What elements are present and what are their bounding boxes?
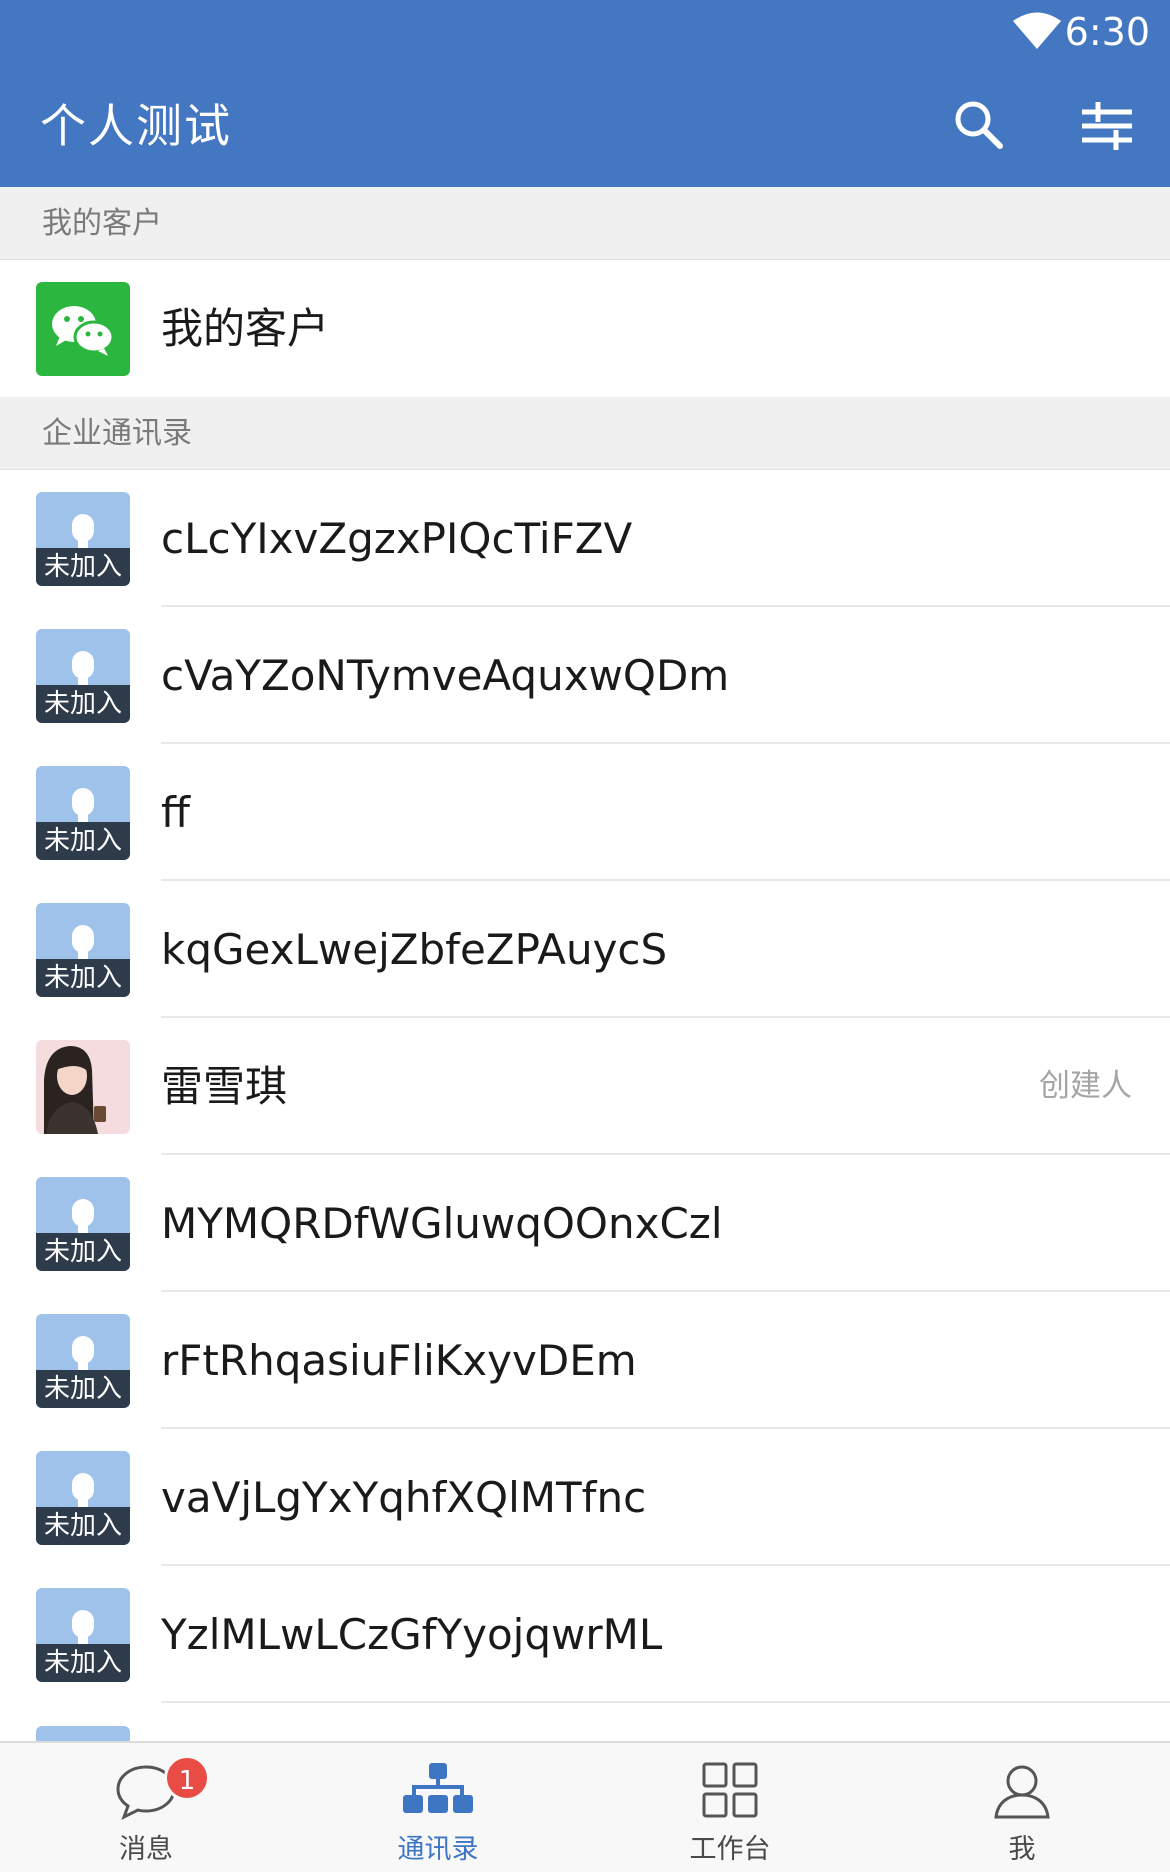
contact-name: vaVjLgYxYqhfXQlMTfnc: [161, 1473, 647, 1522]
person-icon: [994, 1765, 1050, 1819]
avatar: 未加入: [36, 1314, 130, 1408]
tab-contacts[interactable]: 通讯录: [292, 1743, 584, 1872]
grid-icon: [702, 1762, 758, 1818]
avatar: [36, 1726, 130, 1741]
status-time: 6:30: [1064, 10, 1150, 54]
not-joined-badge: 未加入: [36, 1370, 130, 1408]
list-item-partial[interactable]: [0, 1712, 1170, 1741]
list-item[interactable]: 雷雪琪 创建人: [0, 1018, 1170, 1155]
list-item[interactable]: 未加入 YzlMLwLCzGfYyojqwrML: [0, 1566, 1170, 1703]
filter-icon[interactable]: [1080, 100, 1134, 150]
tab-label: 消息: [119, 1834, 173, 1865]
avatar: 未加入: [36, 629, 130, 723]
list-item[interactable]: 未加入 rFtRhqasiuFliKxyvDEm: [0, 1292, 1170, 1429]
app-header: 6:30 个人测试: [0, 0, 1170, 187]
contact-name: ff: [161, 788, 190, 837]
search-icon[interactable]: [952, 98, 1004, 150]
my-customers-label: 我的客户: [161, 304, 330, 353]
tab-label: 工作台: [689, 1834, 771, 1865]
contact-name: kqGexLwejZbfeZPAuycS: [161, 925, 668, 974]
not-joined-badge: 未加入: [36, 685, 130, 723]
contact-name: YzlMLwLCzGfYyojqwrML: [161, 1610, 663, 1659]
avatar: 未加入: [36, 492, 130, 586]
tab-workbench[interactable]: 工作台: [584, 1743, 876, 1872]
role-label: 创建人: [1039, 1068, 1132, 1104]
unread-badge: 1: [164, 1755, 210, 1801]
not-joined-badge: 未加入: [36, 1644, 130, 1682]
list-item[interactable]: 未加入 ff: [0, 744, 1170, 881]
org-chart-icon: [403, 1763, 473, 1813]
wechat-icon: [36, 282, 130, 376]
page-title: 个人测试: [40, 99, 232, 153]
avatar: 未加入: [36, 903, 130, 997]
tab-messages[interactable]: 1 消息: [0, 1743, 292, 1872]
section-header-directory: 企业通讯录: [0, 397, 1170, 470]
contact-name: cVaYZoNTymveAquxwQDm: [161, 651, 730, 700]
my-customers-item[interactable]: 我的客户: [0, 260, 1170, 397]
bottom-tab-bar: 1 消息 通讯录 工作台 我: [0, 1741, 1170, 1872]
tab-me[interactable]: 我: [876, 1743, 1168, 1872]
avatar: 未加入: [36, 1177, 130, 1271]
divider: [161, 1701, 1170, 1703]
avatar: 未加入: [36, 1451, 130, 1545]
avatar: 未加入: [36, 1588, 130, 1682]
contact-name: MYMQRDfWGluwqOOnxCzl: [161, 1199, 723, 1248]
contact-name: rFtRhqasiuFliKxyvDEm: [161, 1336, 637, 1385]
list-item[interactable]: 未加入 cLcYIxvZgzxPIQcTiFZV: [0, 470, 1170, 607]
list-item[interactable]: 未加入 kqGexLwejZbfeZPAuycS: [0, 881, 1170, 1018]
not-joined-badge: 未加入: [36, 959, 130, 997]
not-joined-badge: 未加入: [36, 1507, 130, 1545]
contact-name: cLcYIxvZgzxPIQcTiFZV: [161, 514, 633, 563]
section-header-my-customers: 我的客户: [0, 187, 1170, 260]
not-joined-badge: 未加入: [36, 548, 130, 586]
avatar-photo: [36, 1040, 130, 1134]
list-item[interactable]: 未加入 MYMQRDfWGluwqOOnxCzl: [0, 1155, 1170, 1292]
contact-name: 雷雪琪: [161, 1062, 288, 1111]
tab-label: 我: [1008, 1834, 1036, 1865]
list-item[interactable]: 未加入 vaVjLgYxYqhfXQlMTfnc: [0, 1429, 1170, 1566]
avatar: 未加入: [36, 766, 130, 860]
list-item[interactable]: 未加入 cVaYZoNTymveAquxwQDm: [0, 607, 1170, 744]
tab-label: 通讯录: [397, 1834, 479, 1865]
wifi-icon: [1013, 12, 1061, 49]
not-joined-badge: 未加入: [36, 1233, 130, 1271]
not-joined-badge: 未加入: [36, 822, 130, 860]
